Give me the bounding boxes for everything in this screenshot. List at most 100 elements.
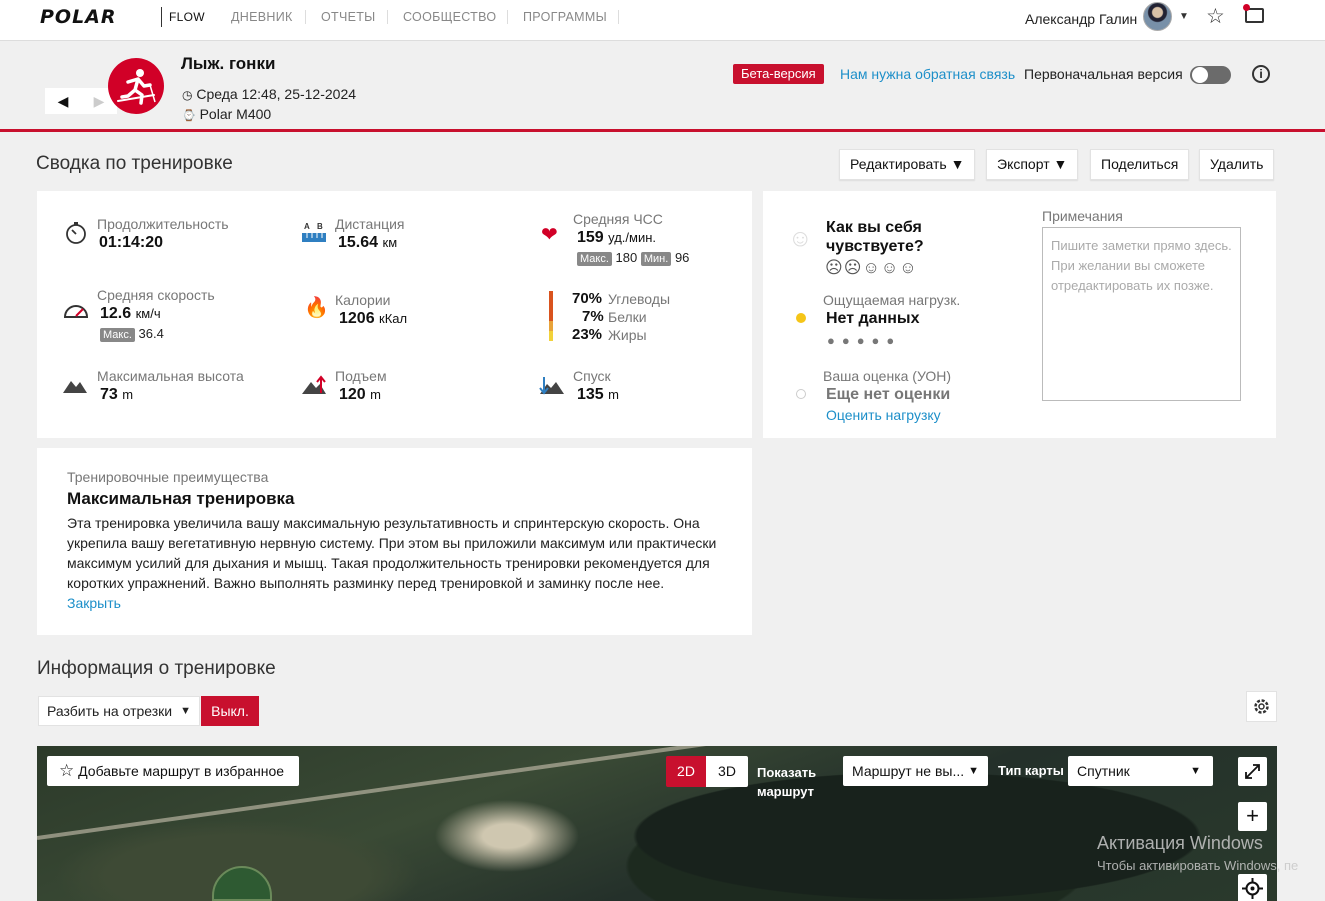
share-button[interactable]: Поделиться [1090, 149, 1190, 180]
speed-value: 12.6 км/ч [100, 305, 161, 322]
descent-icon [539, 377, 564, 395]
nav-reports[interactable]: ОТЧЕТЫ [321, 10, 376, 24]
flame-icon: 🔥 [304, 297, 329, 319]
map-stadium [212, 866, 272, 901]
mood-very-good-icon[interactable]: ☺ [899, 258, 917, 277]
toggle-knob [1192, 67, 1208, 83]
mood-good-icon[interactable]: ☺ [881, 258, 899, 277]
feeling-question: Как вы себя чувствуете? [826, 219, 924, 255]
route-select-value: Маршрут не вы... [852, 763, 965, 779]
star-outline-icon: ☆ [59, 761, 75, 780]
nav-programs[interactable]: ПРОГРАММЫ [523, 10, 607, 24]
mood-bad-icon[interactable]: ☹ [844, 258, 863, 277]
gear-icon [1254, 699, 1269, 714]
session-datetime: ◷ Среда 12:48, 25-12-2024 [182, 86, 356, 102]
skiing-sport-icon [108, 58, 164, 114]
windows-activation-title: Активация Windows [1097, 833, 1263, 853]
notes-label: Примечания [1042, 208, 1123, 224]
feedback-link[interactable]: Нам нужна обратная связь [840, 66, 1015, 82]
svg-text:A: A [304, 222, 310, 231]
rating-label: Ваша оценка (УОН) [823, 368, 952, 384]
hr-value: 159 уд./мин. [577, 229, 657, 246]
chevron-down-icon: ▼ [1190, 765, 1201, 777]
protein-pct: 7% [582, 308, 604, 325]
stopwatch-icon [66, 222, 86, 244]
perceived-value: Нет данных [826, 310, 920, 327]
prev-session-button[interactable]: ◀ [45, 88, 81, 114]
show-route-label: Показать маршрут [757, 765, 817, 799]
duration-label: Продолжительность [97, 216, 229, 232]
benefit-close-link[interactable]: Закрыть [67, 595, 121, 611]
fat-pct: 23% [572, 326, 603, 343]
benefit-label: Тренировочные преимущества [67, 469, 269, 485]
favorites-star-icon[interactable]: ☆ [1206, 4, 1225, 29]
chevron-down-icon: ▼ [180, 705, 191, 717]
nav-divider [618, 10, 619, 24]
nav-divider [507, 10, 508, 24]
speedometer-icon [63, 305, 89, 318]
rate-load-link[interactable]: Оценить нагрузку [826, 407, 941, 423]
info-icon[interactable]: i [1252, 65, 1270, 83]
crosshair-icon [1242, 878, 1263, 899]
mood-very-bad-icon[interactable]: ☹ [825, 258, 844, 277]
calories-label: Калории [335, 292, 391, 308]
delete-button[interactable]: Удалить [1199, 149, 1275, 180]
edit-button[interactable]: Редактировать ▼ [839, 149, 976, 180]
hr-label: Средняя ЧСС [573, 211, 663, 227]
nav-diary[interactable]: ДНЕВНИК [231, 10, 293, 24]
duration-value: 01:14:20 [99, 234, 164, 251]
distance-icon: A B [302, 222, 326, 242]
segments-off-button[interactable]: Выкл. [201, 696, 259, 726]
nav-divider [387, 10, 388, 24]
map-mode-2d-button[interactable]: 2D [666, 756, 706, 787]
segments-select[interactable]: Разбить на отрезки ▼ [38, 696, 200, 726]
hr-minmax: Макс. 180 Мин. 96 [577, 250, 689, 266]
perceived-load-dot [796, 313, 806, 323]
add-favorite-label: Добавьте маршрут в избранное [78, 763, 285, 779]
export-button[interactable]: Экспорт ▼ [986, 149, 1079, 180]
heart-icon: ❤ [541, 224, 558, 246]
logo-divider [161, 7, 162, 27]
carbs-label: Углеводы [608, 291, 671, 307]
descent-value: 135 m [577, 386, 619, 403]
rating-value: Еще нет оценки [826, 386, 951, 403]
settings-button[interactable] [1246, 691, 1277, 722]
device-text: Polar M400 [199, 106, 272, 122]
mountain-icon [63, 381, 87, 393]
map-mode-3d-button[interactable]: 3D [706, 756, 748, 787]
avatar[interactable] [1143, 2, 1172, 31]
benefit-description: Эта тренировка увеличила вашу максимальн… [67, 515, 717, 591]
polar-logo[interactable]: POLAR [40, 6, 117, 28]
nav-community[interactable]: СООБЩЕСТВО [403, 10, 496, 24]
speed-label: Средняя скорость [97, 287, 215, 303]
expand-icon [1245, 764, 1260, 779]
user-menu-caret-icon[interactable]: ▼ [1179, 11, 1189, 22]
mood-selector[interactable]: ☹☹☺☺☺ [825, 258, 918, 278]
notes-textarea[interactable]: Пишите заметки прямо здесь. При желании … [1042, 227, 1241, 401]
perceived-rating-dots[interactable]: ●●●●● [827, 333, 901, 348]
fullscreen-button[interactable] [1238, 757, 1267, 786]
segments-select-label: Разбить на отрезки [47, 703, 173, 719]
ascent-icon [302, 375, 326, 394]
add-favorite-route-button[interactable]: ☆ Добавьте маршрут в избранное [47, 756, 299, 786]
descent-label: Спуск [573, 368, 611, 384]
fuel-bar [549, 291, 553, 341]
windows-activation-subtitle: Чтобы активировать Windows, пе [1097, 858, 1299, 873]
altitude-label: Максимальная высота [97, 368, 244, 384]
benefit-title: Максимальная тренировка [67, 489, 295, 508]
map-type-select[interactable]: Спутник ▼ [1068, 756, 1213, 786]
locate-button[interactable] [1238, 874, 1267, 901]
svg-text:B: B [317, 222, 323, 231]
perceived-label: Ощущаемая нагрузк. [823, 292, 961, 308]
fat-label: Жиры [608, 327, 647, 343]
flow-label[interactable]: FLOW [169, 10, 205, 24]
zoom-in-button[interactable]: + [1238, 802, 1267, 831]
map-type-value: Спутник [1077, 763, 1130, 779]
map-type-label: Тип карты [998, 763, 1064, 778]
user-name[interactable]: Александр Галин [1025, 11, 1137, 27]
route-select[interactable]: Маршрут не вы... ▼ [843, 756, 988, 786]
beta-badge: Бета-версия [733, 64, 824, 84]
ascent-value: 120 m [339, 386, 381, 403]
mood-neutral-icon[interactable]: ☺ [862, 258, 880, 277]
clock-icon: ◷ [182, 88, 193, 102]
